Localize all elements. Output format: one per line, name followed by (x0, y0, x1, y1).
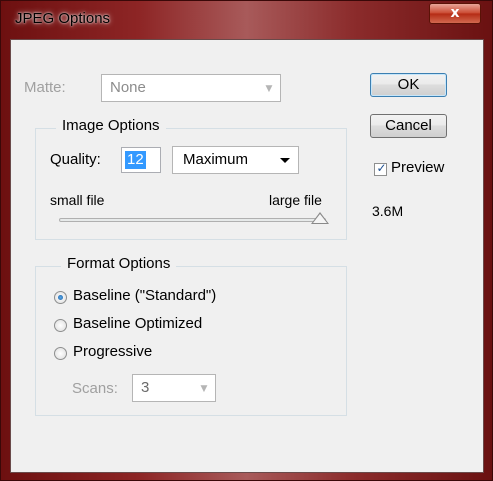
cancel-button[interactable]: Cancel (370, 114, 447, 138)
scans-select[interactable]: 3 ▼ (132, 374, 216, 402)
baseline-standard-radio[interactable] (54, 291, 67, 304)
quality-value: 12 (125, 151, 146, 169)
progressive-label[interactable]: Progressive (73, 343, 152, 360)
progressive-radio[interactable] (54, 347, 67, 360)
matte-value: None (110, 79, 146, 96)
quality-preset-value: Maximum (183, 151, 249, 168)
format-options-title: Format Options (61, 255, 177, 272)
matte-label: Matte: (24, 79, 66, 96)
jpeg-options-dialog: JPEG Options x Matte: None ▼ Image Optio… (0, 0, 493, 481)
small-file-label: small file (50, 192, 105, 208)
baseline-optimized-radio[interactable] (54, 319, 67, 332)
image-options-title: Image Options (56, 117, 166, 134)
preview-checkbox[interactable]: ✓ (374, 161, 387, 176)
quality-input[interactable]: 12 (121, 147, 161, 173)
quality-slider-thumb[interactable] (311, 212, 329, 224)
preview-label[interactable]: Preview (391, 159, 444, 176)
quality-label: Quality: (50, 151, 101, 168)
chevron-down-icon: ▼ (200, 384, 208, 394)
large-file-label: large file (269, 192, 322, 208)
baseline-optimized-label[interactable]: Baseline Optimized (73, 315, 202, 332)
quality-slider-track[interactable] (59, 218, 326, 222)
close-icon: x (450, 5, 460, 21)
scans-value: 3 (141, 379, 150, 396)
scans-label: Scans: (72, 380, 118, 397)
title-bar[interactable]: JPEG Options x (1, 1, 493, 35)
matte-select[interactable]: None ▼ (101, 74, 281, 102)
ok-button[interactable]: OK (370, 73, 447, 97)
quality-preset-select[interactable]: Maximum (172, 146, 299, 174)
chevron-down-icon (280, 158, 290, 163)
image-options-group (35, 128, 347, 240)
window-title: JPEG Options (15, 10, 111, 27)
file-size-value: 3.6M (372, 203, 404, 219)
baseline-standard-label[interactable]: Baseline ("Standard") (73, 287, 216, 304)
close-button[interactable]: x (429, 3, 481, 24)
chevron-down-icon: ▼ (265, 84, 273, 94)
dialog-body: Matte: None ▼ Image Options Quality: 12 … (10, 39, 484, 473)
checkmark-icon: ✓ (376, 161, 387, 175)
